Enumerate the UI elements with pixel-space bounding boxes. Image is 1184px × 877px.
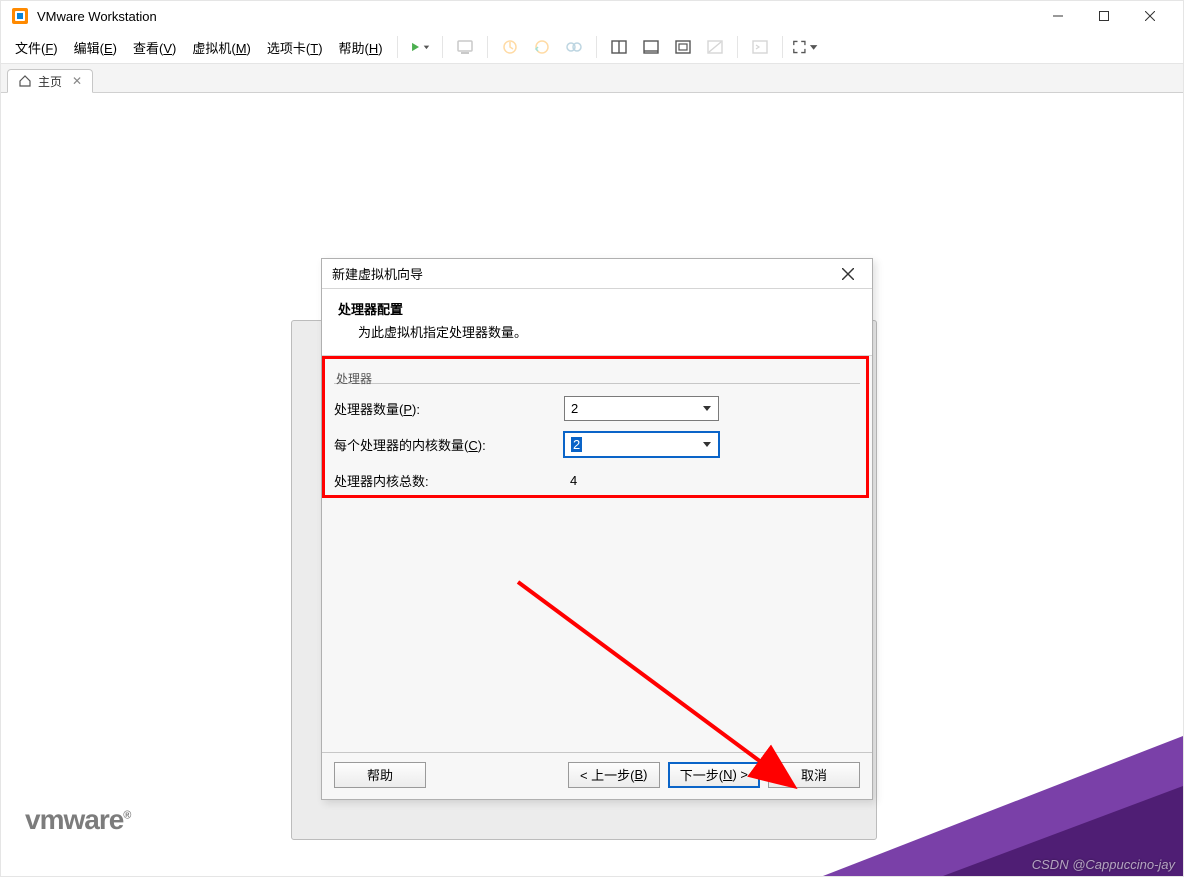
console-icon[interactable] xyxy=(746,33,774,61)
view-disabled-icon xyxy=(701,33,729,61)
snapshot-take-icon[interactable] xyxy=(496,33,524,61)
wizard-body: 处理器 处理器数量(P): 2 每个处理器的内核数量(C): 2 xyxy=(322,356,872,752)
next-button[interactable]: 下一步(N) > xyxy=(668,762,760,788)
wizard-title: 新建虚拟机向导 xyxy=(332,264,423,283)
dropdown-caret-icon[interactable] xyxy=(423,42,430,52)
fullscreen-icon[interactable] xyxy=(791,33,819,61)
wizard-header-title: 处理器配置 xyxy=(338,299,856,318)
back-button[interactable]: < 上一步(B) xyxy=(568,762,660,788)
menu-tabs[interactable]: 选项卡(T) xyxy=(259,34,331,61)
snapshot-manager-icon[interactable] xyxy=(560,33,588,61)
cores-per-processor-label: 每个处理器的内核数量(C): xyxy=(334,435,564,454)
title-bar: VMware Workstation xyxy=(1,1,1183,31)
dropdown-caret-icon[interactable] xyxy=(809,42,818,52)
processors-count-combo[interactable]: 2 xyxy=(564,396,719,421)
processors-count-label: 处理器数量(P): xyxy=(334,399,564,418)
total-cores-label: 处理器内核总数: xyxy=(334,471,564,490)
cores-per-processor-combo[interactable]: 2 xyxy=(564,432,719,457)
menu-file[interactable]: 文件(F) xyxy=(7,34,66,61)
vmware-logo: vmware® xyxy=(25,804,130,836)
window-title: VMware Workstation xyxy=(37,9,157,24)
wizard-header: 处理器配置 为此虚拟机指定处理器数量。 xyxy=(322,289,872,356)
tab-close-icon[interactable]: ✕ xyxy=(72,74,82,88)
total-cores-value: 4 xyxy=(564,473,577,488)
send-ctrl-alt-del-icon[interactable] xyxy=(451,33,479,61)
tab-strip: 主页 ✕ xyxy=(1,64,1183,93)
cores-per-processor-value: 2 xyxy=(571,437,582,452)
home-icon xyxy=(18,74,32,88)
app-window: VMware Workstation 文件(F) 编辑(E) 查看(V) 虚拟机… xyxy=(0,0,1184,877)
menu-vm[interactable]: 虚拟机(M) xyxy=(184,34,259,61)
new-vm-wizard-dialog: 新建虚拟机向导 处理器配置 为此虚拟机指定处理器数量。 处理器 处理器数量(P)… xyxy=(321,258,873,800)
menu-help[interactable]: 帮助(H) xyxy=(331,34,391,61)
minimize-button[interactable] xyxy=(1035,1,1081,31)
view-split-icon[interactable] xyxy=(605,33,633,61)
chevron-down-icon xyxy=(702,403,712,413)
wizard-header-subtitle: 为此虚拟机指定处理器数量。 xyxy=(338,322,856,341)
processor-group-label: 处理器 xyxy=(336,370,860,387)
view-unity-icon[interactable] xyxy=(669,33,697,61)
snapshot-revert-icon[interactable] xyxy=(528,33,556,61)
menu-bar: 文件(F) 编辑(E) 查看(V) 虚拟机(M) 选项卡(T) 帮助(H) xyxy=(1,31,1183,64)
menu-view[interactable]: 查看(V) xyxy=(125,34,184,61)
wizard-close-button[interactable] xyxy=(834,261,862,287)
power-on-button[interactable] xyxy=(406,33,434,61)
app-icon xyxy=(11,7,29,25)
chevron-down-icon xyxy=(702,439,712,449)
view-single-icon[interactable] xyxy=(637,33,665,61)
processors-count-value: 2 xyxy=(571,401,578,416)
close-button[interactable] xyxy=(1127,1,1173,31)
help-button[interactable]: 帮助 xyxy=(334,762,426,788)
tab-home[interactable]: 主页 ✕ xyxy=(7,69,93,93)
wizard-footer: 帮助 < 上一步(B) 下一步(N) > 取消 xyxy=(322,752,872,796)
tab-home-label: 主页 xyxy=(38,73,62,90)
content-area: 新建虚拟机向导 处理器配置 为此虚拟机指定处理器数量。 处理器 处理器数量(P)… xyxy=(1,94,1183,876)
maximize-button[interactable] xyxy=(1081,1,1127,31)
wizard-title-bar: 新建虚拟机向导 xyxy=(322,259,872,289)
watermark-text: CSDN @Cappuccino-jay xyxy=(1032,857,1175,872)
menu-edit[interactable]: 编辑(E) xyxy=(66,34,125,61)
